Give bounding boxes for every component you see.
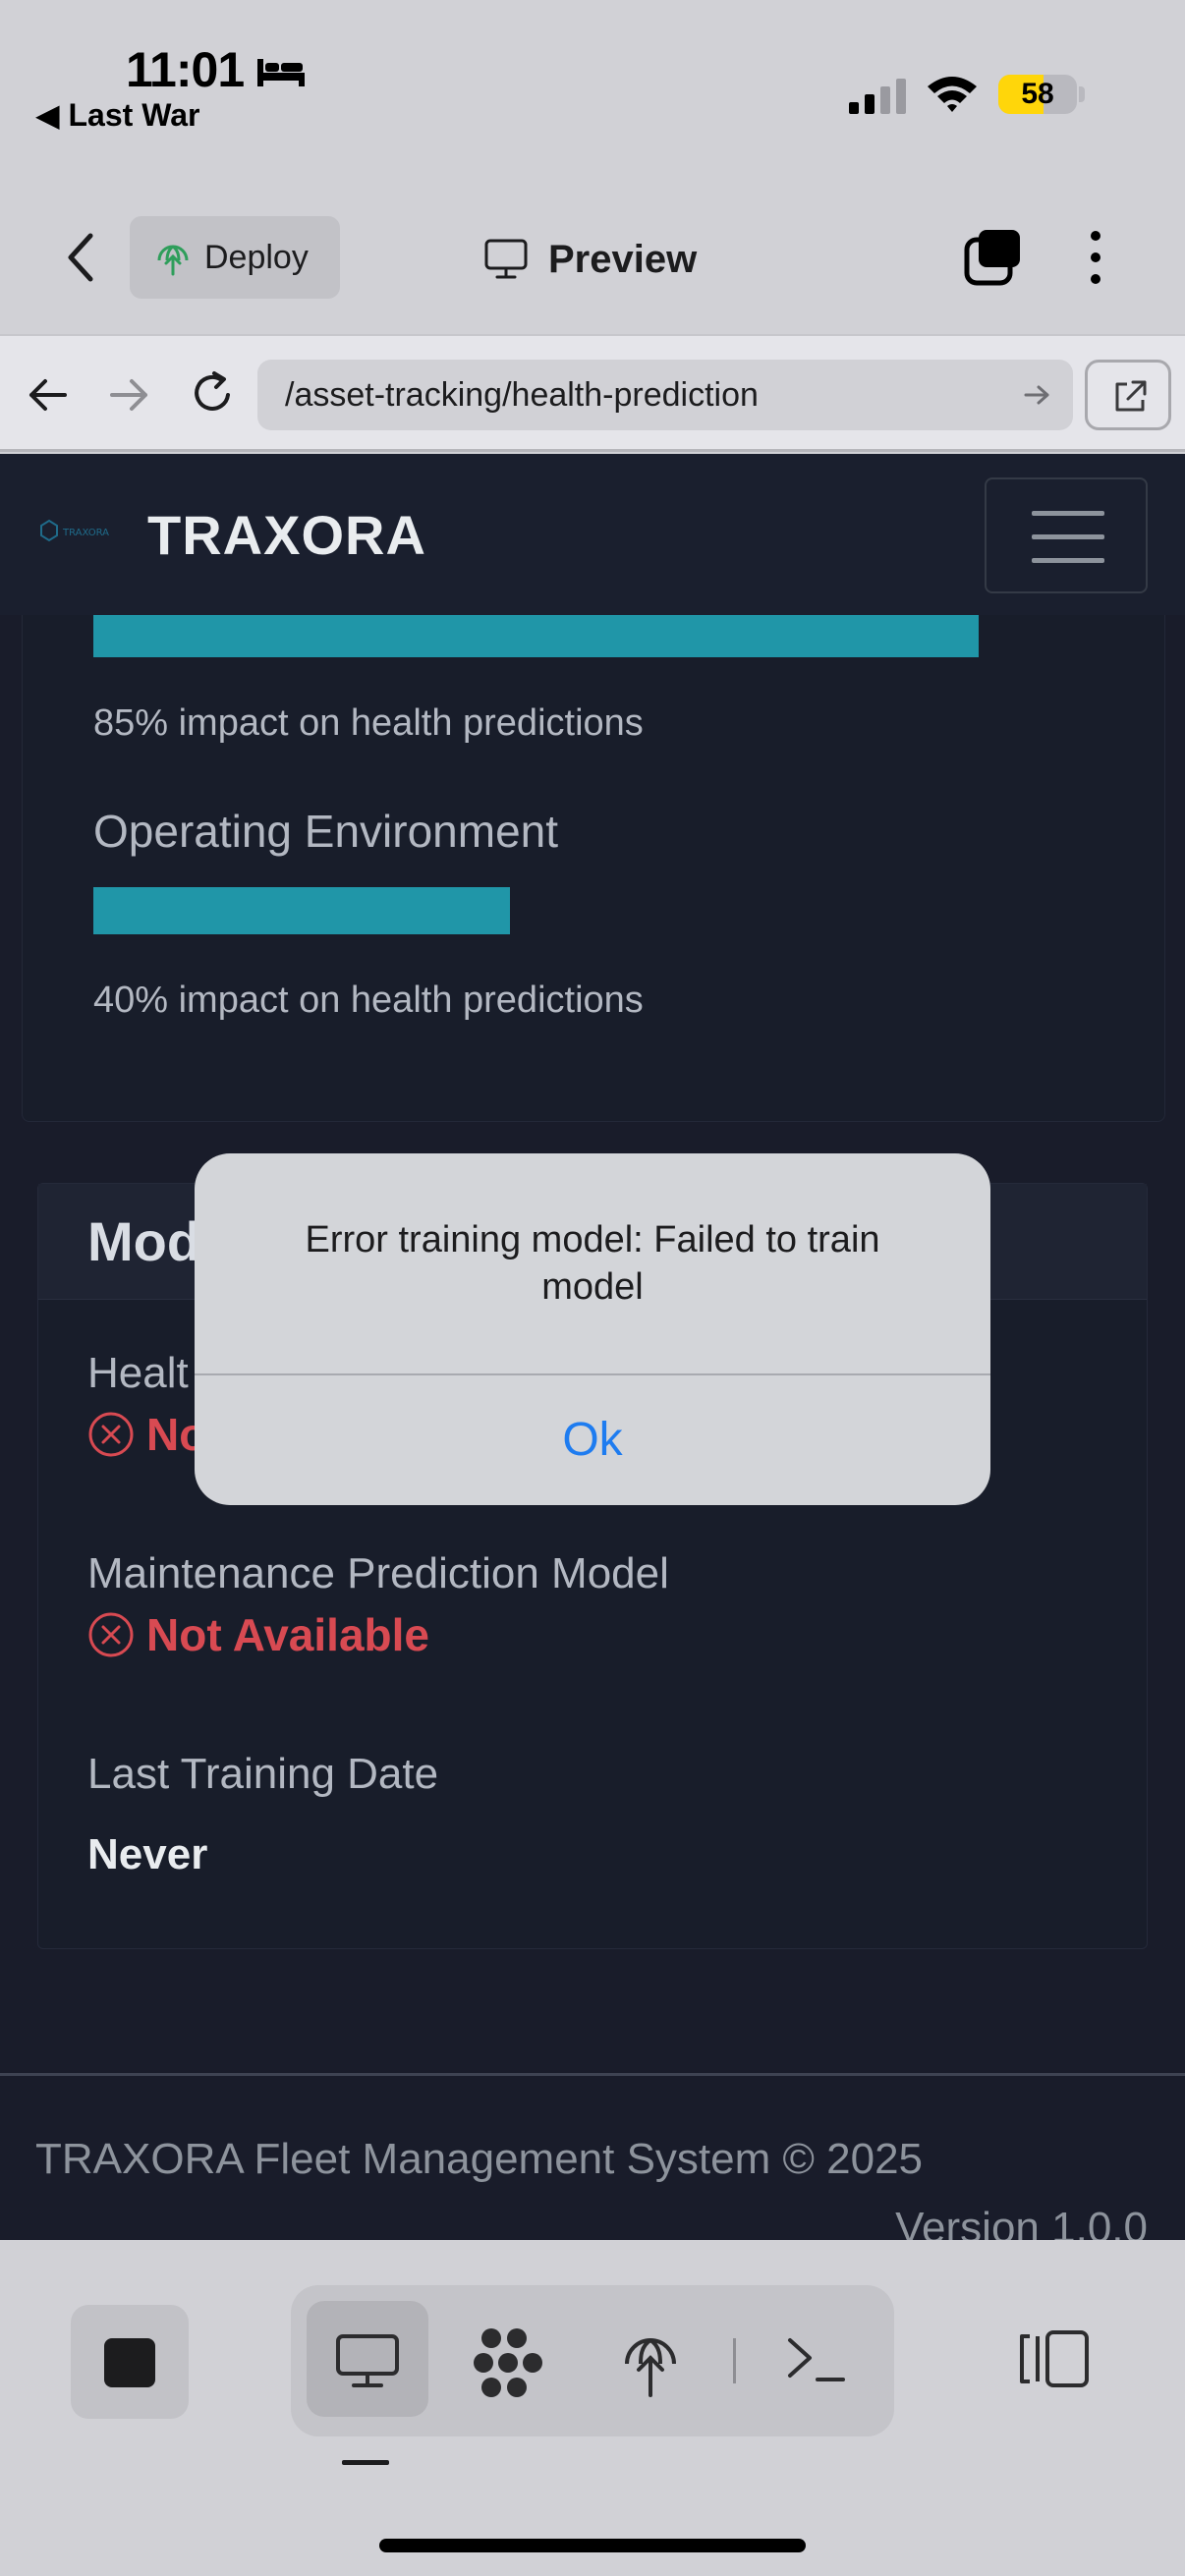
footer-copyright: TRAXORA Fleet Management System © 2025	[35, 2135, 924, 2183]
arrow-left-icon[interactable]	[26, 375, 69, 415]
hamburger-line	[1032, 534, 1104, 539]
impact-text-2: 40% impact on health predictions	[93, 980, 644, 1021]
alert-ok-button[interactable]: Ok	[195, 1375, 990, 1505]
preview-tab[interactable]: Preview	[483, 232, 697, 287]
deploy-button[interactable]: Deploy	[130, 216, 340, 299]
alert-message: Error training model: Failed to train mo…	[305, 1219, 880, 1308]
monitor-icon[interactable]	[334, 2332, 401, 2391]
brand-title[interactable]: TRAXORA	[147, 503, 426, 567]
status-bar: 11:01 ◀ Last War 58	[0, 0, 1185, 147]
battery-indicator: 58	[998, 75, 1077, 114]
url-field[interactable]: /asset-tracking/health-prediction	[257, 360, 1073, 430]
status-time: 11:01	[126, 42, 245, 97]
dots-grid-icon[interactable]	[472, 2326, 544, 2399]
maintenance-model-label: Maintenance Prediction Model	[87, 1549, 669, 1597]
last-training-value: Never	[87, 1830, 208, 1878]
url-text: /asset-tracking/health-prediction	[285, 376, 759, 414]
deploy-globe-icon	[157, 245, 189, 276]
health-model-status: No	[87, 1408, 206, 1461]
impact-bar-1	[93, 610, 1135, 657]
wifi-icon	[928, 77, 977, 112]
reload-icon[interactable]	[191, 369, 236, 417]
deploy-globe-icon[interactable]	[621, 2324, 680, 2397]
terminal-icon[interactable]	[786, 2334, 847, 2385]
impact-text-1: 85% impact on health predictions	[93, 702, 644, 744]
bed-icon	[257, 59, 305, 86]
site-footer: TRAXORA Fleet Management System © 2025 V…	[0, 2073, 1185, 2240]
hamburger-line	[1032, 511, 1104, 516]
cellular-signal-icon	[849, 79, 906, 114]
error-circle-icon	[88, 1412, 134, 1457]
impact-bar-fill-1	[93, 610, 979, 657]
battery-nub	[1079, 86, 1085, 102]
tabs-icon[interactable]	[963, 228, 1022, 287]
go-arrow-icon[interactable]	[1024, 383, 1051, 407]
more-vertical-icon[interactable]	[1081, 228, 1110, 287]
arrow-right-icon[interactable]	[108, 375, 151, 415]
battery-percent: 58	[1021, 78, 1054, 110]
external-link-icon	[1115, 380, 1147, 412]
panel-icon[interactable]	[1018, 2328, 1091, 2389]
stop-icon	[104, 2338, 155, 2387]
site-navbar: TRAXORA TRAXORA	[0, 454, 1185, 615]
preview-label: Preview	[548, 237, 698, 281]
open-external-button[interactable]	[1085, 360, 1171, 430]
stop-button[interactable]	[71, 2305, 189, 2419]
maintenance-model-status-text: Not Available	[146, 1609, 429, 1660]
model-card-title: Mod	[87, 1210, 201, 1272]
active-tab-underline	[342, 2460, 389, 2465]
back-to-app-link[interactable]: ◀ Last War	[35, 96, 199, 134]
error-circle-icon	[88, 1612, 134, 1657]
impact-bar-2	[93, 887, 1135, 934]
monitor-icon	[484, 239, 528, 279]
deploy-label: Deploy	[204, 238, 309, 276]
footer-version: Version 1.0.0	[895, 2204, 1148, 2240]
segment-separator	[733, 2338, 736, 2383]
hamburger-line	[1032, 558, 1104, 563]
factor-impact-card: 85% impact on health predictions Operati…	[22, 582, 1165, 1122]
home-indicator[interactable]	[379, 2539, 806, 2552]
last-training-label: Last Training Date	[87, 1750, 439, 1798]
factor-title-2: Operating Environment	[93, 806, 559, 857]
health-model-label: Healt	[87, 1349, 189, 1397]
nav-menu-toggle[interactable]	[985, 477, 1148, 593]
maintenance-model-status: Not Available	[87, 1608, 429, 1661]
svg-text:TRAXORA: TRAXORA	[62, 528, 109, 538]
traxora-logo[interactable]: TRAXORA	[39, 519, 118, 546]
back-chevron-icon[interactable]	[61, 228, 100, 287]
impact-bar-fill-2	[93, 887, 510, 934]
error-alert-dialog: Error training model: Failed to train mo…	[195, 1153, 990, 1505]
